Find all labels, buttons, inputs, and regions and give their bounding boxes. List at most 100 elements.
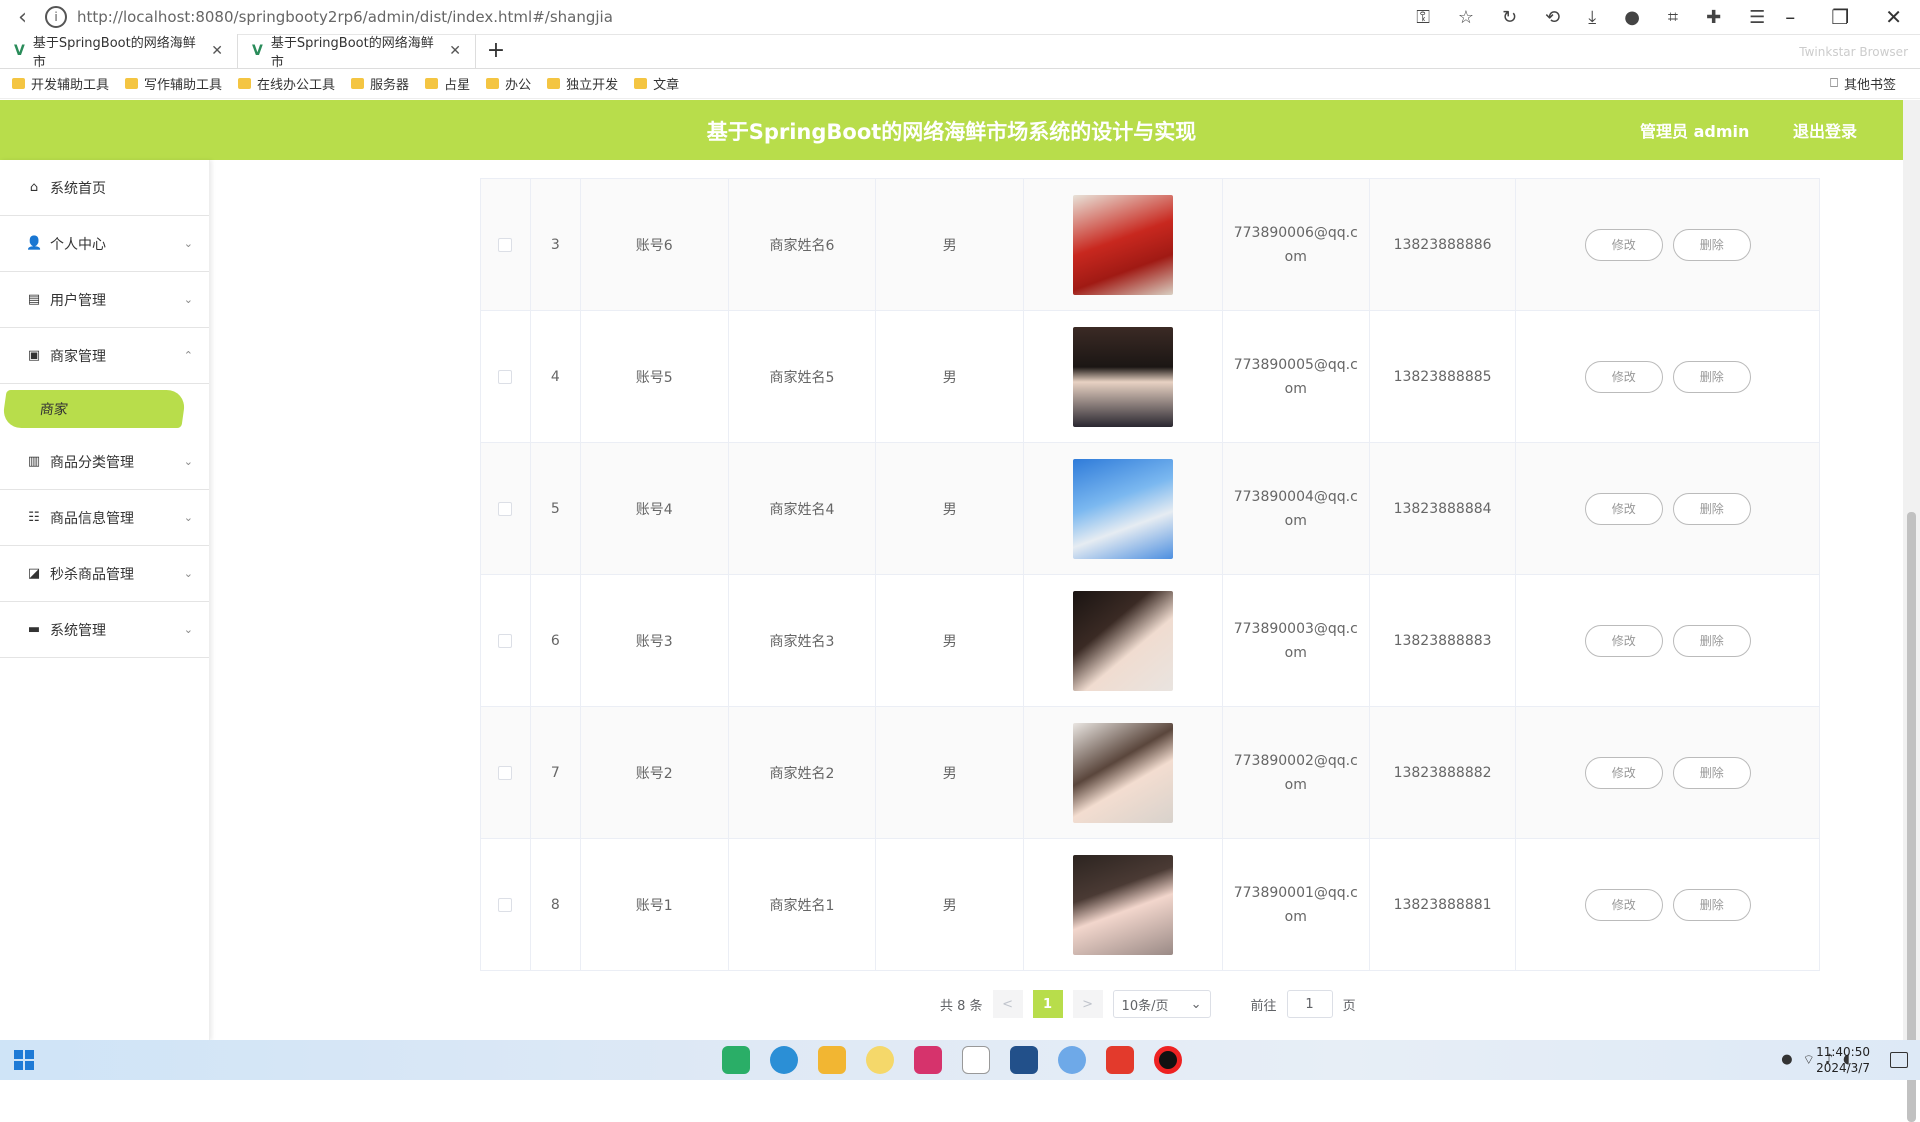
scrollbar-thumb[interactable] (1907, 512, 1916, 1122)
bookmark-folder[interactable]: 办公 (486, 74, 531, 93)
browser-tab[interactable]: V 基于SpringBoot的网络海鲜市 ✕ (238, 34, 476, 70)
vscode-icon[interactable] (1010, 1046, 1038, 1074)
bookmark-folder[interactable]: 独立开发 (547, 74, 618, 93)
reload-icon[interactable]: ↻ (1502, 7, 1517, 28)
sidebar-item-users[interactable]: ▤ 用户管理 ⌄ (0, 272, 209, 328)
merchant-photo[interactable] (1073, 326, 1174, 427)
wifi-icon[interactable]: ⌔ (1803, 1052, 1815, 1068)
bookmark-folder[interactable]: 在线办公工具 (238, 74, 335, 93)
browser-brand: Twinkstar Browser (1799, 44, 1908, 59)
row-checkbox[interactable] (498, 237, 513, 252)
edit-button[interactable]: 修改 (1584, 756, 1663, 789)
merchant-photo[interactable] (1073, 458, 1174, 559)
home-icon: ⌂ (29, 180, 39, 195)
delete-button[interactable]: 删除 (1672, 624, 1751, 657)
folder-icon (125, 78, 139, 89)
menu-icon[interactable]: ☰ (1749, 7, 1765, 28)
row-checkbox[interactable] (498, 633, 513, 648)
avatar-icon[interactable]: ● (1624, 7, 1640, 28)
row-email: 773890006@qq.com (1233, 224, 1358, 265)
next-page-button[interactable]: > (1072, 990, 1103, 1018)
bookmark-folder[interactable]: 文章 (634, 74, 679, 93)
edit-button[interactable]: 修改 (1584, 360, 1663, 393)
wechat-icon[interactable] (722, 1046, 750, 1074)
edge-icon[interactable] (770, 1046, 798, 1074)
close-window-icon[interactable]: ✕ (1885, 5, 1902, 29)
url-field[interactable]: http://localhost:8080/springbooty2rp6/ad… (77, 8, 1416, 26)
clock[interactable]: 11:40:50 2024/3/7 (1816, 1044, 1870, 1076)
star-icon[interactable]: ☆ (1458, 7, 1474, 28)
restore-icon[interactable]: ❐ (1831, 5, 1849, 29)
delete-button[interactable]: 删除 (1672, 228, 1751, 261)
row-checkbox[interactable] (498, 501, 513, 516)
sidebar-item-flashsale[interactable]: ◪ 秒杀商品管理 ⌄ (0, 546, 209, 602)
record-tray-icon[interactable]: ● (1781, 1052, 1792, 1068)
logout-button[interactable]: 退出登录 (1793, 118, 1857, 142)
clock-time: 11:40:50 (1816, 1045, 1870, 1059)
merchant-photo[interactable] (1073, 590, 1174, 691)
folder-icon[interactable] (818, 1046, 846, 1074)
wps-icon[interactable] (1106, 1046, 1134, 1074)
chevron-down-icon: ⌄ (183, 623, 193, 636)
row-checkbox[interactable] (498, 765, 513, 780)
sidebar-item-system[interactable]: ▬ 系统管理 ⌄ (0, 602, 209, 658)
merchant-photo[interactable] (1073, 722, 1174, 823)
close-tab-icon[interactable]: ✕ (211, 43, 223, 59)
windows-start-icon[interactable] (14, 1050, 34, 1070)
back-icon[interactable]: ‹ (0, 5, 45, 30)
edit-button[interactable]: 修改 (1584, 888, 1663, 921)
folder-icon (12, 78, 25, 89)
row-name: 商家姓名2 (729, 707, 877, 838)
edit-button[interactable]: 修改 (1584, 492, 1663, 525)
folder-icon (425, 78, 439, 89)
scrollbar[interactable] (1903, 100, 1920, 1122)
close-tab-icon[interactable]: ✕ (449, 43, 461, 59)
delete-button[interactable]: 删除 (1672, 756, 1751, 789)
edit-button[interactable]: 修改 (1584, 228, 1663, 261)
page-number-button[interactable]: 1 (1032, 990, 1063, 1018)
bookmark-folder[interactable]: 开发辅助工具 (12, 74, 109, 93)
sidebar-item-label: 商品信息管理 (50, 510, 134, 527)
sidebar-subitem-merchant[interactable]: 商家 (1, 390, 187, 428)
page-size-select[interactable]: 10条/页 ⌄ (1112, 990, 1211, 1018)
row-index: 3 (531, 179, 581, 310)
bookmark-folder[interactable]: 服务器 (351, 74, 409, 93)
sidebar-item-label: 系统管理 (50, 622, 106, 639)
sidebar-item-merchants[interactable]: ▣ 商家管理 ⌃ (0, 328, 209, 384)
prev-page-button[interactable]: < (992, 990, 1023, 1018)
download-icon[interactable]: ⤓ (1588, 7, 1596, 28)
crop-icon[interactable]: ⌗ (1668, 7, 1678, 28)
row-checkbox[interactable] (498, 369, 513, 384)
record-icon[interactable] (1154, 1046, 1182, 1074)
notification-icon[interactable] (1890, 1052, 1908, 1068)
delete-button[interactable]: 删除 (1672, 360, 1751, 393)
sidebar-item-home[interactable]: ⌂ 系统首页 (0, 160, 209, 216)
delete-button[interactable]: 删除 (1672, 888, 1751, 921)
info-icon[interactable]: i (45, 6, 67, 28)
bookmark-folder[interactable]: 占星 (425, 74, 470, 93)
history-icon[interactable]: ⟲ (1545, 7, 1560, 28)
bookmark-label: 占星 (444, 78, 471, 93)
new-tab-icon[interactable]: + (476, 34, 516, 68)
browser-tab[interactable]: V 基于SpringBoot的网络海鲜市 ✕ (0, 34, 238, 70)
sidebar-item-category[interactable]: ▥ 商品分类管理 ⌄ (0, 434, 209, 490)
merchant-photo[interactable] (1073, 194, 1174, 295)
row-checkbox[interactable] (498, 897, 513, 912)
delete-button[interactable]: 删除 (1672, 492, 1751, 525)
network-icon[interactable] (1058, 1046, 1086, 1074)
intellij-icon[interactable] (914, 1046, 942, 1074)
sidebar-item-label: 商品分类管理 (50, 454, 134, 471)
edit-button[interactable]: 修改 (1584, 624, 1663, 657)
sidebar-item-products[interactable]: ☷ 商品信息管理 ⌄ (0, 490, 209, 546)
sidebar-item-profile[interactable]: 👤 个人中心 ⌄ (0, 216, 209, 272)
extension-icon[interactable]: ✚ (1706, 7, 1721, 28)
file-icon[interactable] (962, 1046, 990, 1074)
other-bookmarks[interactable]: ⎕ 其他书签 (1830, 74, 1896, 93)
bookmark-folder[interactable]: 写作辅助工具 (125, 74, 222, 93)
key-icon[interactable]: ⚿ (1416, 7, 1430, 28)
merchant-photo[interactable] (1073, 854, 1174, 955)
browser-icon[interactable] (866, 1046, 894, 1074)
goto-page-input[interactable]: 1 (1286, 990, 1333, 1018)
minimize-icon[interactable]: – (1785, 5, 1795, 29)
row-phone: 13823888886 (1370, 179, 1517, 310)
